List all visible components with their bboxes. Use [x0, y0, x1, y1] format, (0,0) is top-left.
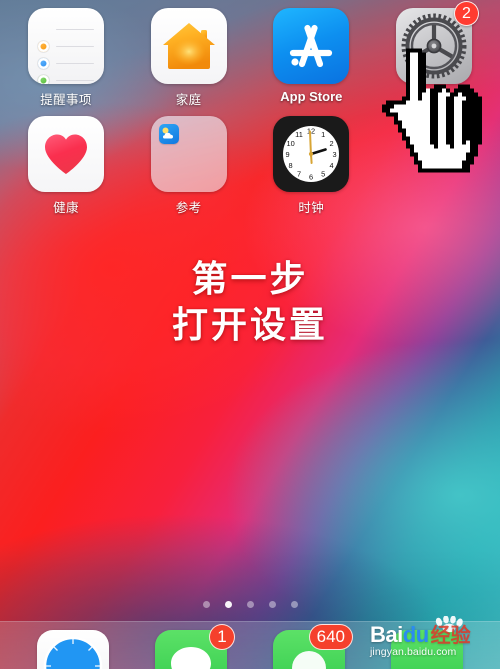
step-line-1: 第一步 [191, 258, 309, 299]
app-icon-reference-folder[interactable]: 参考 [139, 116, 239, 216]
app-icon-clock[interactable]: 12 1 2 3 4 5 6 7 8 9 10 11 时钟 [261, 116, 361, 216]
dock-item-phone[interactable]: 640 [273, 624, 353, 669]
reminders-line-blue [38, 55, 94, 72]
weather-mini-icon [158, 124, 179, 144]
step-line-2: 打开设置 [171, 303, 328, 345]
reminders-rule [56, 28, 94, 31]
home-screen: 提醒事项 家庭 App Store 2 健康 参考 12 1 2 3 4 5 6… [0, 0, 500, 669]
page-dot-3[interactable] [246, 601, 254, 608]
appstore-icon-wrap[interactable] [273, 8, 350, 84]
reminders-rule [56, 79, 94, 82]
app-label-clock: 时钟 [298, 201, 325, 215]
folder-icon-wrap[interactable] [150, 116, 227, 192]
status-badge-messages: 1 [209, 624, 235, 650]
dock: 1 640 [0, 621, 500, 669]
svg-text:6: 6 [309, 173, 313, 182]
svg-text:7: 7 [297, 169, 301, 178]
reminders-icon-wrap[interactable] [28, 8, 104, 84]
app-label-reference: 参考 [175, 201, 202, 215]
home-house-icon [162, 23, 215, 69]
home-icon-wrap[interactable] [150, 8, 227, 84]
hand-cursor-glyph-icon [382, 48, 482, 173]
page-dot-5[interactable] [290, 601, 298, 608]
app-label-appstore: App Store [280, 89, 343, 104]
clock-icon-wrap[interactable]: 12 1 2 3 4 5 6 7 8 9 10 11 [273, 116, 350, 192]
green-app-icon[interactable] [391, 630, 463, 669]
cloud-sun-icon [162, 127, 173, 139]
app-label-home: 家庭 [175, 93, 202, 107]
svg-text:8: 8 [289, 161, 293, 170]
reminders-icon[interactable] [28, 8, 104, 84]
reminders-dot-blue-icon [38, 58, 49, 69]
heart-glyph-icon [45, 134, 87, 174]
pointing-hand-cursor-icon [378, 48, 486, 173]
app-icon-appstore[interactable]: App Store [261, 8, 361, 108]
health-icon-wrap[interactable] [28, 116, 104, 192]
svg-text:2: 2 [330, 139, 334, 148]
health-heart-icon[interactable] [28, 116, 104, 192]
reminders-line-green [38, 72, 94, 84]
app-store-icon[interactable] [273, 8, 350, 84]
clock-face-icon: 12 1 2 3 4 5 6 7 8 9 10 11 [283, 126, 340, 182]
page-dot-1[interactable] [202, 601, 210, 608]
app-store-glyph-icon [290, 24, 333, 68]
dock-item-fourth[interactable] [391, 630, 463, 669]
svg-text:5: 5 [321, 169, 325, 178]
page-dot-4[interactable] [268, 601, 276, 608]
svg-text:4: 4 [330, 161, 334, 170]
compass-glyph-icon [43, 636, 103, 669]
page-indicator-dots[interactable] [0, 601, 500, 608]
svg-text:10: 10 [287, 139, 295, 148]
reminders-dot-green-icon [38, 75, 49, 84]
safari-compass-icon[interactable] [37, 630, 109, 669]
speech-bubble-icon [171, 647, 211, 669]
dock-item-safari[interactable] [37, 630, 109, 669]
reminders-rule [56, 45, 94, 48]
app-label-health: 健康 [53, 201, 79, 215]
reminders-rule [56, 62, 94, 65]
app-icon-reminders[interactable]: 提醒事项 [16, 8, 116, 108]
step-instruction-overlay: 第一步 打开设置 [0, 257, 500, 347]
app-icon-home[interactable]: 家庭 [139, 8, 239, 108]
page-dot-2-active[interactable] [224, 601, 232, 608]
status-badge-settings: 2 [453, 1, 479, 26]
dock-item-messages[interactable]: 1 [155, 624, 235, 669]
svg-text:1: 1 [321, 130, 325, 139]
reminders-dot-orange-icon [38, 41, 49, 52]
app-label-reminders: 提醒事项 [40, 93, 92, 107]
reminders-line-orange [38, 38, 94, 55]
svg-text:3: 3 [333, 150, 337, 159]
home-icon[interactable] [150, 8, 227, 84]
status-badge-phone: 640 [308, 624, 353, 650]
svg-text:9: 9 [286, 150, 290, 159]
reminders-line-top [38, 21, 94, 38]
dock-row: 1 640 [0, 622, 500, 669]
reminders-lines [28, 8, 104, 84]
svg-text:11: 11 [295, 130, 303, 139]
clock-icon[interactable]: 12 1 2 3 4 5 6 7 8 9 10 11 [273, 116, 350, 192]
app-icon-health[interactable]: 健康 [16, 116, 116, 216]
folder-icon[interactable] [150, 116, 227, 192]
